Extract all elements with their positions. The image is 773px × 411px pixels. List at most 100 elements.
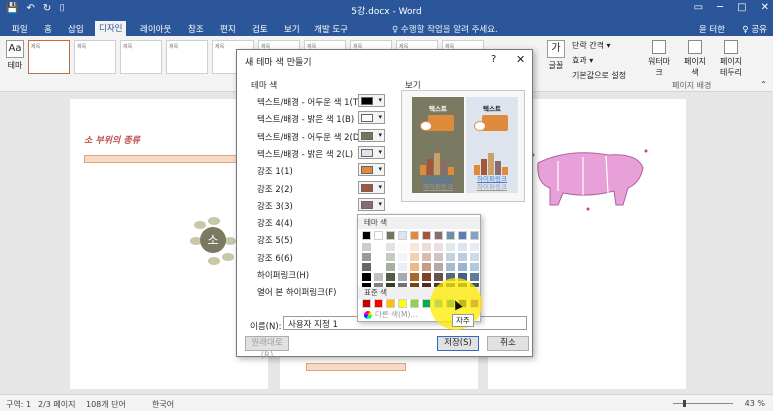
color-swatch[interactable] [422, 243, 431, 251]
zoom-slider-knob[interactable] [683, 400, 686, 407]
color-dropdown-button[interactable]: ▾ [358, 163, 385, 176]
minimize-icon[interactable]: ─ [717, 2, 723, 13]
color-swatch[interactable] [470, 243, 479, 251]
color-swatch[interactable] [458, 253, 467, 261]
tab-layout[interactable]: 레이아웃 [136, 22, 175, 36]
color-swatch[interactable] [374, 299, 383, 308]
color-swatch[interactable] [374, 253, 383, 261]
color-dropdown-button[interactable]: ▾ [358, 146, 385, 159]
color-swatch[interactable] [362, 299, 371, 308]
word-count[interactable]: 108개 단어 [86, 399, 126, 410]
tab-mailings[interactable]: 편지 [216, 22, 240, 36]
color-swatch[interactable] [362, 263, 371, 271]
color-swatch[interactable] [410, 253, 419, 261]
color-dropdown-button[interactable]: ▾ [358, 181, 385, 194]
color-swatch[interactable] [410, 243, 419, 251]
fonts-button[interactable]: 가 글꼴 [545, 40, 567, 71]
style-set-thumb[interactable]: 제목 [166, 40, 208, 74]
color-swatch[interactable] [386, 231, 395, 240]
page-indicator[interactable]: 2/3 페이지 [38, 399, 76, 410]
color-swatch[interactable] [422, 273, 431, 281]
color-swatch[interactable] [470, 273, 479, 281]
color-swatch[interactable] [446, 263, 455, 271]
color-swatch[interactable] [434, 263, 443, 271]
collapse-ribbon-icon[interactable]: ⌃ [760, 80, 767, 89]
tab-references[interactable]: 참조 [184, 22, 208, 36]
close-window-icon[interactable]: ✕ [761, 2, 769, 13]
color-dropdown-button[interactable]: ▾ [358, 111, 385, 124]
color-swatch[interactable] [470, 263, 479, 271]
style-set-thumb[interactable]: 제목 [28, 40, 70, 74]
color-swatch[interactable] [386, 299, 395, 308]
color-swatch[interactable] [410, 273, 419, 281]
tab-home[interactable]: 홈 [40, 22, 56, 36]
color-swatch[interactable] [446, 243, 455, 251]
color-swatch[interactable] [434, 273, 443, 281]
color-swatch[interactable] [362, 231, 371, 240]
color-swatch[interactable] [422, 263, 431, 271]
maximize-icon[interactable]: □ [737, 2, 746, 13]
cancel-button[interactable]: 취소 [487, 336, 529, 351]
style-set-thumb[interactable]: 제목 [74, 40, 116, 74]
themes-button[interactable]: Aa 테마 [4, 40, 26, 71]
tab-insert[interactable]: 삽입 [64, 22, 88, 36]
color-swatch[interactable] [374, 273, 383, 281]
help-icon[interactable]: ? [491, 54, 496, 65]
color-swatch[interactable] [386, 243, 395, 251]
save-button[interactable]: 저장(S) [437, 336, 479, 351]
ribbon-display-icon[interactable]: ▭ [694, 2, 703, 13]
color-swatch[interactable] [446, 253, 455, 261]
color-swatch[interactable] [374, 243, 383, 251]
color-swatch[interactable] [362, 243, 371, 251]
color-swatch[interactable] [398, 243, 407, 251]
color-swatch[interactable] [398, 231, 407, 240]
color-swatch[interactable] [410, 263, 419, 271]
color-swatch[interactable] [422, 231, 431, 240]
color-swatch[interactable] [398, 299, 407, 308]
tab-developer[interactable]: 개발 도구 [310, 22, 352, 36]
page-borders-button[interactable]: 페이지 테두리 [717, 40, 745, 78]
share-button[interactable]: ♀ 공유 [742, 23, 767, 35]
watermark-button[interactable]: 워터마크 [645, 40, 673, 78]
color-swatch[interactable] [470, 231, 479, 240]
color-swatch[interactable] [434, 243, 443, 251]
tab-design[interactable]: 디자인 [95, 21, 127, 36]
close-icon[interactable]: ✕ [516, 53, 525, 66]
color-swatch[interactable] [386, 253, 395, 261]
tab-view[interactable]: 보기 [280, 22, 304, 36]
zoom-slider[interactable] [673, 400, 733, 407]
tell-me-search[interactable]: ♀ 수행할 작업을 알려 주세요. [392, 23, 498, 35]
language-indicator[interactable]: 한국어 [152, 399, 174, 410]
color-swatch[interactable] [458, 231, 467, 240]
color-swatch[interactable] [458, 263, 467, 271]
zoom-level[interactable]: 43 % [745, 399, 765, 408]
color-swatch[interactable] [446, 231, 455, 240]
paragraph-spacing-button[interactable]: 단락 간격 ▾ [572, 40, 626, 51]
color-dropdown-button[interactable]: ▾ [358, 198, 385, 211]
color-swatch[interactable] [434, 231, 443, 240]
color-swatch[interactable] [470, 253, 479, 261]
more-colors-button[interactable]: 다른 색(M)... [364, 309, 418, 320]
color-swatch[interactable] [422, 253, 431, 261]
color-swatch[interactable] [398, 263, 407, 271]
style-set-thumb[interactable]: 제목 [120, 40, 162, 74]
color-swatch[interactable] [458, 243, 467, 251]
color-swatch[interactable] [362, 253, 371, 261]
color-swatch[interactable] [434, 253, 443, 261]
tab-review[interactable]: 검토 [248, 22, 272, 36]
color-swatch[interactable] [362, 273, 371, 281]
effects-button[interactable]: 효과 ▾ [572, 55, 626, 66]
color-swatch[interactable] [398, 273, 407, 281]
user-name[interactable]: 윤 터한 [699, 23, 725, 35]
color-swatch[interactable] [374, 263, 383, 271]
color-dropdown-button[interactable]: ▾ [358, 129, 385, 142]
section-indicator[interactable]: 구역: 1 [6, 399, 31, 410]
color-swatch[interactable] [398, 253, 407, 261]
set-default-button[interactable]: 기본값으로 설정 [572, 70, 626, 81]
tab-file[interactable]: 파일 [8, 22, 32, 36]
page-color-button[interactable]: 페이지 색 [681, 40, 709, 78]
color-swatch[interactable] [386, 273, 395, 281]
color-dropdown-button[interactable]: ▾ [358, 94, 385, 107]
reset-button[interactable]: 원래대로(R) [245, 336, 289, 361]
color-swatch[interactable] [410, 299, 419, 308]
